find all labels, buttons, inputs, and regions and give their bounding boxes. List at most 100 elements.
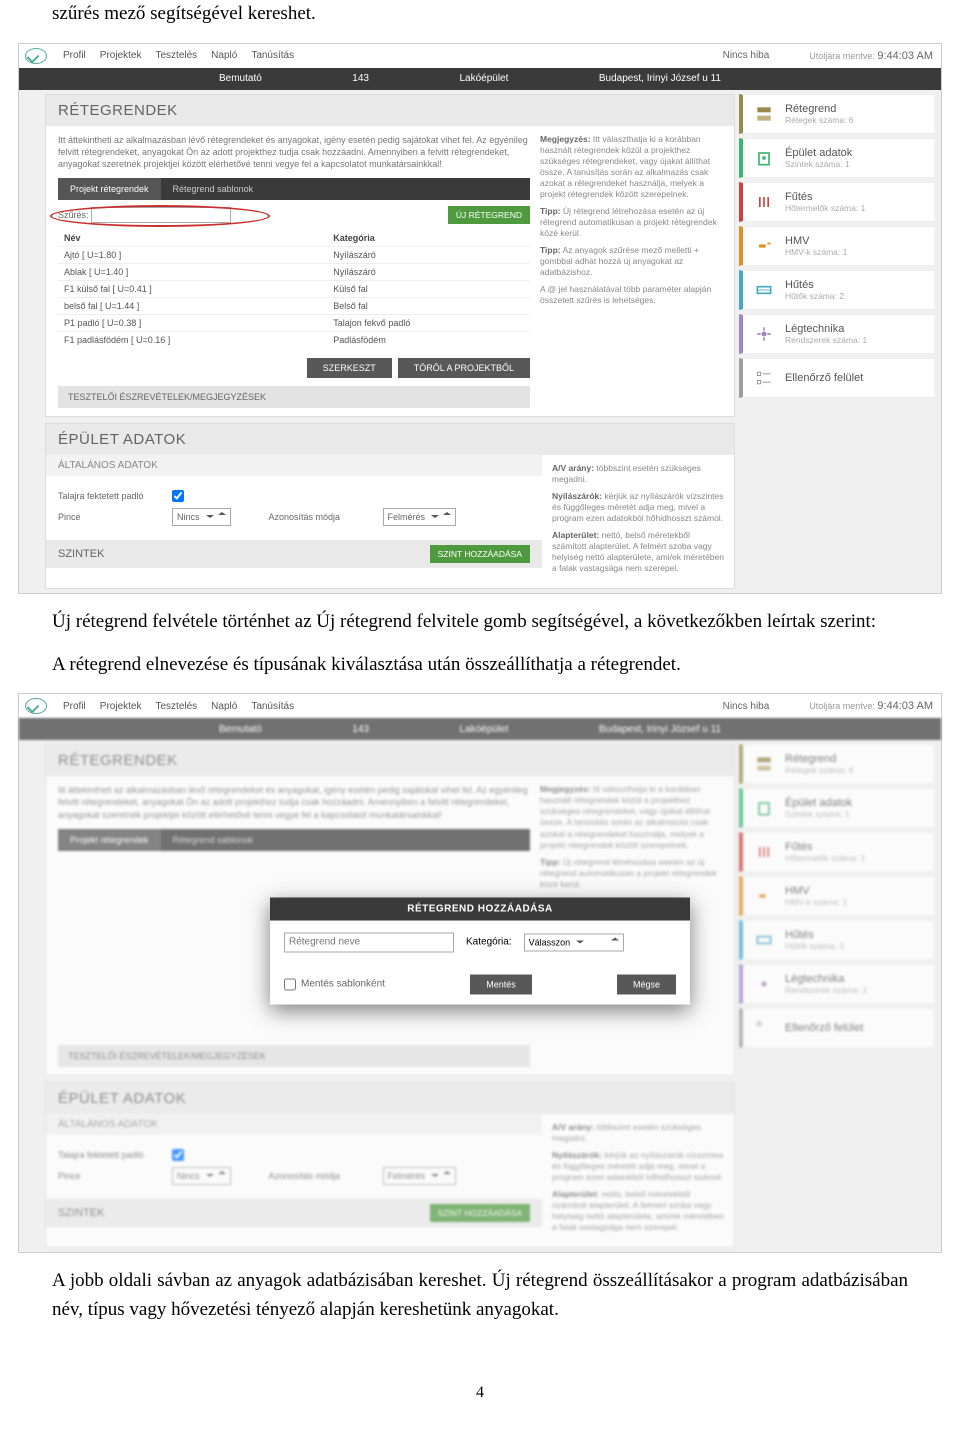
select-azon[interactable]: Felmérés [383, 508, 457, 526]
sidebar-item-futes[interactable]: FűtésHőtermelők száma: 1 [739, 832, 935, 872]
col-nev: Név [58, 230, 327, 247]
modal-cancel-button[interactable]: Mégse [617, 974, 676, 994]
app-sidebar: RétegrendRétegek száma: 6 Épület adatokS… [739, 94, 935, 590]
sidebar-item-ellenorzo[interactable]: Ellenőrző felület [739, 358, 935, 398]
nav-tanusitas[interactable]: Tanúsítás [251, 701, 294, 712]
modal-cat-label: Kategória: [466, 937, 512, 948]
label-pince: Pince [58, 512, 162, 522]
para1: Új rétegrend felvétele történhet az Új r… [52, 608, 908, 637]
tap-icon [751, 233, 777, 259]
sidebar-item-epulet[interactable]: Épület adatokSzintek száma: 1 [739, 138, 935, 178]
sidebar-item-epulet[interactable]: Épület adatokSzintek száma: 1 [739, 788, 935, 828]
radiator-icon [751, 189, 777, 215]
nav-naplo[interactable]: Napló [211, 50, 237, 61]
filter-wrap: Szűrés: [58, 207, 231, 223]
szint-hozzaadas-button[interactable]: SZINT HOZZÁADÁSA [430, 545, 530, 563]
panel-title-epulet: ÉPÜLET ADATOK [46, 424, 734, 455]
tester-notes[interactable]: TESZTELŐI ÉSZREVÉTELEK/MEGJEGYZÉSEK [58, 386, 530, 408]
sub-szintek: SZINTEK [58, 548, 104, 560]
label-talajra: Talajra fektetett padló [58, 491, 162, 501]
modal-cat-select[interactable]: Válasszon [524, 933, 624, 951]
table-row[interactable]: F1 külső fal [ U=0.41 ]Külső fal [58, 280, 530, 297]
filter-label: Szűrés: [58, 210, 89, 220]
app-screenshot-2-wrap: Profil Projektek Tesztelés Napló Tanúsít… [0, 693, 960, 1253]
select-pince[interactable]: Nincs [172, 508, 231, 526]
modal-title: RÉTEGREND HOZZÁADÁSA [270, 897, 690, 920]
sub-c: Lakóépület [459, 73, 508, 84]
ventilation-icon [751, 971, 777, 997]
building-icon [751, 795, 777, 821]
app-logo-icon [25, 698, 47, 714]
modal-save-button[interactable]: Mentés [470, 974, 532, 994]
sidebar-item-legtechnika[interactable]: LégtechnikaRendszerek száma: 1 [739, 314, 935, 354]
doc-bottom: A jobb oldali sávban az anyagok adatbázi… [0, 1267, 960, 1324]
table-row[interactable]: F1 padlásfödém [ U=0.16 ]Padlásfödém [58, 331, 530, 348]
checkbox-talajra[interactable] [172, 490, 184, 502]
radiator-icon [751, 839, 777, 865]
checklist-icon [751, 365, 777, 391]
table-row[interactable]: Ajtó [ U=1.80 ]Nyílászáró [58, 246, 530, 263]
tap-icon [751, 883, 777, 909]
sidebar-item-ellenorzo[interactable]: Ellenőrző felület [739, 1008, 935, 1048]
layers-icon [751, 101, 777, 127]
torol-button[interactable]: TÖRÖL A PROJEKTBŐL [398, 358, 530, 378]
select-azon[interactable]: Felmérés [383, 1167, 457, 1185]
tab-projekt-retegrendek[interactable]: Projekt rétegrendek [58, 178, 161, 200]
cooling-icon [751, 277, 777, 303]
sidebar-item-retegrend[interactable]: RétegrendRétegek száma: 6 [739, 94, 935, 134]
sidebar-item-hmv[interactable]: HMVHMV-k száma: 1 [739, 876, 935, 916]
col-kategoria: Kategória [327, 230, 530, 247]
retek-sidebar-notes: Megjegyzés: Itt választhatja ki a korább… [540, 134, 722, 408]
nav-tanusitas[interactable]: Tanúsítás [251, 50, 294, 61]
save-template-checkbox[interactable] [284, 978, 296, 990]
status-text: Nincs hiba [723, 50, 770, 61]
retek-tabbar: Projekt rétegrendek Rétegrend sablonok [58, 178, 530, 200]
save-template-label: Mentés sablonként [301, 979, 385, 990]
nav-profil[interactable]: Profil [63, 50, 86, 61]
panel-title-retegrendek: RÉTEGRENDEK [46, 95, 734, 126]
sub-a: Bemutató [219, 73, 262, 84]
checklist-icon [751, 1015, 777, 1041]
retegrend-name-input[interactable] [284, 932, 454, 952]
panel-retegrendek: RÉTEGRENDEK Itt áttekintheti az alkalmaz… [45, 94, 735, 417]
status-text: Nincs hiba [723, 701, 770, 712]
panel-epulet-adatok: ÉPÜLET ADATOK ÁLTALÁNOS ADATOK Talajra f… [45, 423, 735, 589]
select-pince[interactable]: Nincs [172, 1167, 231, 1185]
sidebar-item-hutes[interactable]: HűtésHűtők száma: 2 [739, 270, 935, 310]
app-subbar: Bemutató 143 Lakóépület Budapest, Irinyi… [19, 68, 941, 90]
table-row[interactable]: belső fal [ U=1.44 ]Belső fal [58, 297, 530, 314]
tab-retegrend-sablonok[interactable]: Rétegrend sablonok [161, 178, 266, 200]
sidebar-item-retegrend[interactable]: RétegrendRétegek száma: 6 [739, 744, 935, 784]
new-retegrend-button[interactable]: ÚJ RÉTEGREND [448, 206, 530, 224]
nav-profil[interactable]: Profil [63, 701, 86, 712]
building-icon [751, 145, 777, 171]
nav-teszteles[interactable]: Tesztelés [155, 701, 197, 712]
sub-d: Budapest, Irinyi József u 11 [599, 73, 721, 84]
szint-hozzaadas-button[interactable]: SZINT HOZZÁADÁSA [430, 1204, 530, 1222]
retek-info: Itt áttekintheti az alkalmazásban lévő r… [58, 134, 530, 170]
nav-naplo[interactable]: Napló [211, 701, 237, 712]
checkbox-talajra[interactable] [172, 1149, 184, 1161]
sidebar-item-hutes[interactable]: HűtésHűtők száma: 2 [739, 920, 935, 960]
sidebar-item-hmv[interactable]: HMVHMV-k száma: 1 [739, 226, 935, 266]
page-number: 4 [0, 1384, 960, 1402]
app-nav: Profil Projektek Tesztelés Napló Tanúsít… [63, 50, 294, 61]
sidebar-item-futes[interactable]: FűtésHőtermelők száma: 1 [739, 182, 935, 222]
label-azon: Azonosítás módja [269, 512, 373, 522]
ventilation-icon [751, 321, 777, 347]
intro-text: szűrés mező segítségével kereshet. [52, 0, 908, 29]
nav-projektek[interactable]: Projektek [100, 701, 142, 712]
modal-retegrend-hozzaadasa: RÉTEGREND HOZZÁADÁSA Kategória: Válasszo… [270, 897, 690, 1004]
nav-projektek[interactable]: Projektek [100, 50, 142, 61]
filter-input[interactable] [91, 207, 231, 223]
nav-teszteles[interactable]: Tesztelés [155, 50, 197, 61]
szerkeszt-button[interactable]: SZERKESZT [307, 358, 392, 378]
sub-b: 143 [352, 73, 369, 84]
app-topbar: Profil Projektek Tesztelés Napló Tanúsít… [19, 44, 941, 68]
saved-info: Utoljára mentve: 9:44:03 AM [809, 50, 933, 62]
doc-intro: szűrés mező segítségével kereshet. [0, 0, 960, 29]
sidebar-item-legtechnika[interactable]: LégtechnikaRendszerek száma: 1 [739, 964, 935, 1004]
table-row[interactable]: Ablak [ U=1.40 ]Nyílászáró [58, 263, 530, 280]
app-logo-icon [25, 48, 47, 64]
table-row[interactable]: P1 padló [ U=0.38 ]Talajon fekvő padló [58, 314, 530, 331]
